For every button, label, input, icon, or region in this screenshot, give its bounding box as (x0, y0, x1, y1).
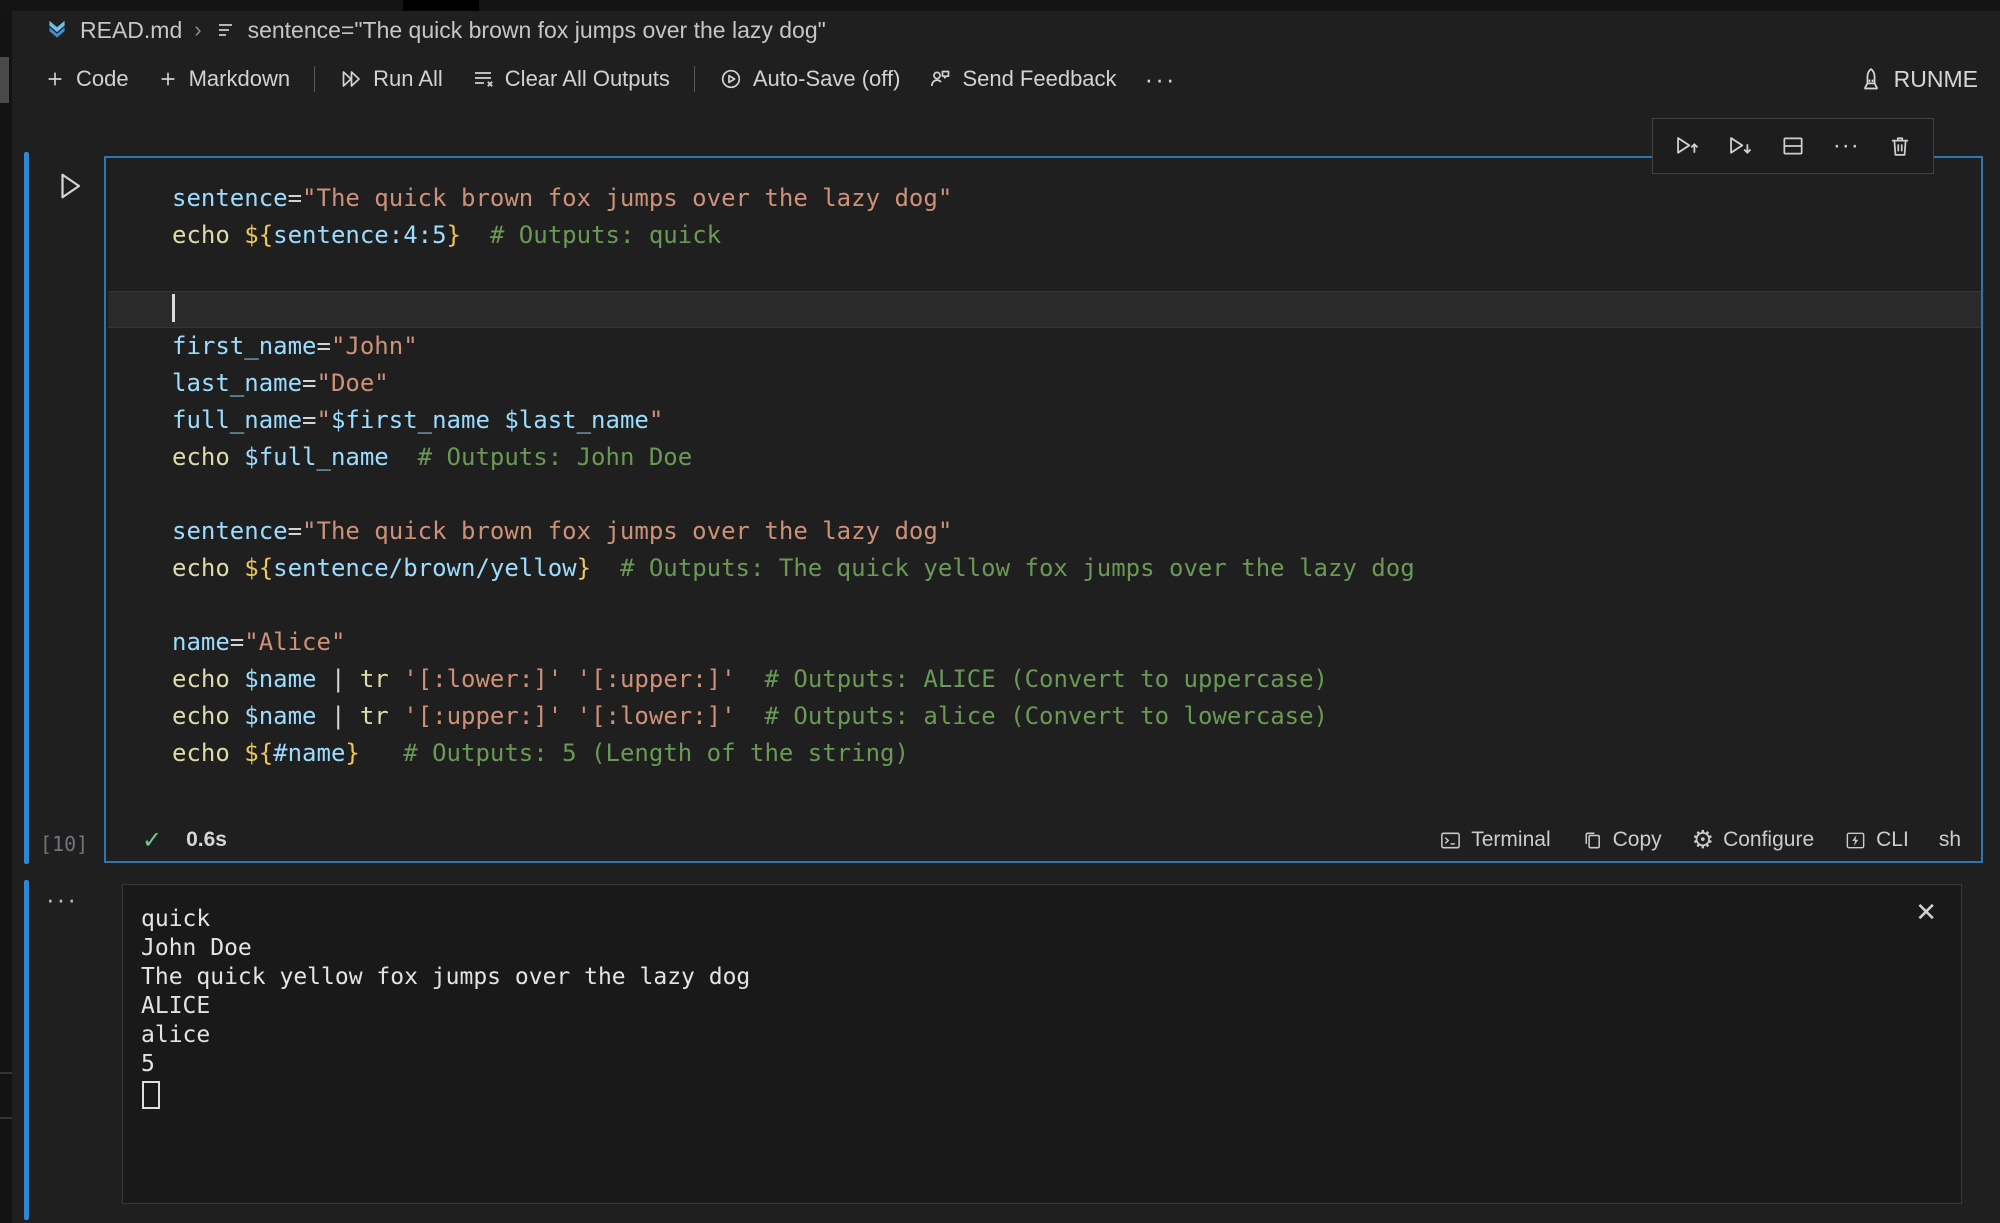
terminal-button[interactable]: Terminal (1439, 828, 1550, 852)
code-line[interactable] (172, 254, 1981, 291)
auto-save-label: Auto-Save (off) (753, 66, 901, 92)
breadcrumb-symbol[interactable]: sentence="The quick brown fox jumps over… (248, 17, 826, 44)
terminal-label: Terminal (1471, 828, 1550, 852)
code-line[interactable]: echo ${sentence/brown/yellow} # Outputs:… (172, 550, 1981, 587)
cell-toolbar: ··· (1652, 118, 1934, 174)
code-line[interactable] (172, 476, 1981, 513)
rail-divider (0, 1072, 12, 1074)
split-cell-button[interactable] (1773, 126, 1813, 166)
add-code-label: Code (76, 66, 129, 92)
text-cursor (172, 294, 175, 322)
plus-icon (157, 68, 179, 90)
notebook-cell: sentence="The quick brown fox jumps over… (104, 156, 1983, 863)
delete-cell-button[interactable] (1880, 126, 1920, 166)
copy-label: Copy (1613, 828, 1662, 852)
add-code-cell-button[interactable]: Code (30, 60, 143, 98)
code-line[interactable]: echo $full_name # Outputs: John Doe (172, 439, 1981, 476)
cell-status-left: ✓ 0.6s (106, 826, 227, 855)
toolbar-divider (314, 66, 315, 92)
auto-save-toggle[interactable]: Auto-Save (off) (705, 60, 915, 98)
code-line[interactable] (172, 587, 1981, 624)
close-output-button[interactable]: ✕ (1915, 899, 1937, 925)
clear-all-outputs-label: Clear All Outputs (505, 66, 670, 92)
run-all-button[interactable]: Run All (325, 60, 457, 98)
send-feedback-button[interactable]: Send Feedback (914, 60, 1130, 98)
cli-button[interactable]: CLI (1844, 828, 1909, 852)
configure-button[interactable]: ⚙ Configure (1692, 828, 1814, 853)
code-line[interactable]: echo ${#name} # Outputs: 5 (Length of th… (172, 735, 1981, 772)
output-focus-bar (24, 880, 29, 1220)
output-line: The quick yellow fox jumps over the lazy… (141, 963, 1961, 992)
cell-status-right: Terminal Copy ⚙ Configure (1439, 828, 1981, 853)
run-all-label: Run All (373, 66, 443, 92)
breadcrumb-separator: › (194, 17, 201, 43)
execution-duration: 0.6s (186, 828, 227, 852)
breadcrumb: READ.md › sentence="The quick brown fox … (44, 13, 826, 47)
cli-label: CLI (1876, 828, 1909, 852)
code-line[interactable]: echo $name | tr '[:lower:]' '[:upper:]' … (172, 661, 1981, 698)
cell-more-actions-button[interactable]: ··· (1826, 126, 1866, 166)
code-line[interactable] (108, 291, 1981, 328)
left-rail (0, 11, 12, 1223)
execute-below-button[interactable] (1720, 126, 1760, 166)
copy-button[interactable]: Copy (1581, 828, 1662, 852)
add-markdown-cell-button[interactable]: Markdown (143, 60, 304, 98)
cell-language-indicator[interactable]: sh (1939, 828, 1961, 852)
runme-rocket-icon (1858, 66, 1884, 92)
cell-language-label: sh (1939, 828, 1961, 852)
output-line: alice (141, 1021, 1961, 1050)
tab-gap (403, 0, 479, 11)
execution-count: [10] (40, 832, 88, 856)
code-editor[interactable]: sentence="The quick brown fox jumps over… (106, 158, 1981, 819)
code-line[interactable]: name="Alice" (172, 624, 1981, 661)
code-lines: sentence="The quick brown fox jumps over… (172, 180, 1981, 772)
execute-above-button[interactable] (1666, 126, 1706, 166)
code-line[interactable]: full_name="$first_name $last_name" (172, 402, 1981, 439)
cell-focus-bar (24, 152, 29, 864)
toolbar-more-button[interactable]: ··· (1131, 64, 1191, 95)
code-line[interactable]: first_name="John" (172, 328, 1981, 365)
notebook-toolbar: Code Markdown Run All Clear All Output (30, 54, 1978, 104)
code-line[interactable]: echo $name | tr '[:upper:]' '[:lower:]' … (172, 698, 1981, 735)
run-cell-button[interactable] (52, 168, 88, 204)
code-line[interactable]: sentence="The quick brown fox jumps over… (172, 513, 1981, 550)
output-collapse-button[interactable]: ··· (46, 884, 78, 915)
terminal-icon (1439, 829, 1462, 852)
output-line: quick (141, 905, 1961, 934)
auto-save-icon (719, 67, 743, 91)
output-lines: quickJohn DoeThe quick yellow fox jumps … (123, 885, 1961, 1109)
feedback-person-icon (928, 67, 952, 91)
output-panel[interactable]: quickJohn DoeThe quick yellow fox jumps … (122, 884, 1962, 1204)
code-line[interactable]: last_name="Doe" (172, 365, 1981, 402)
code-line[interactable]: echo ${sentence:4:5} # Outputs: quick (172, 217, 1981, 254)
gear-icon: ⚙ (1692, 828, 1714, 853)
runme-label: RUNME (1894, 66, 1978, 93)
output-line: ALICE (141, 992, 1961, 1021)
cell-status-bar: ✓ 0.6s Terminal (106, 819, 1981, 861)
output-line: John Doe (141, 934, 1961, 963)
clear-outputs-icon (471, 67, 495, 91)
runme-brand: RUNME (1858, 66, 1978, 93)
copy-icon (1581, 829, 1604, 852)
plus-icon (44, 68, 66, 90)
symbol-list-icon (214, 18, 238, 42)
cli-lightning-icon (1844, 829, 1867, 852)
output-line: 5 (141, 1050, 1961, 1079)
vscode-notebook-window: READ.md › sentence="The quick brown fox … (0, 0, 2000, 1223)
code-line[interactable]: sentence="The quick brown fox jumps over… (172, 180, 1981, 217)
tab-bar-edge (0, 0, 2000, 11)
add-markdown-label: Markdown (189, 66, 290, 92)
send-feedback-label: Send Feedback (962, 66, 1116, 92)
run-all-icon (339, 67, 363, 91)
breadcrumb-file[interactable]: READ.md (80, 17, 182, 44)
rail-divider (0, 1117, 12, 1119)
configure-label: Configure (1723, 828, 1814, 852)
toolbar-divider (694, 66, 695, 92)
terminal-cursor (142, 1081, 160, 1109)
runme-file-icon (44, 17, 70, 43)
scrollbar-thumb[interactable] (0, 57, 9, 103)
clear-all-outputs-button[interactable]: Clear All Outputs (457, 60, 684, 98)
success-check-icon: ✓ (142, 826, 162, 855)
